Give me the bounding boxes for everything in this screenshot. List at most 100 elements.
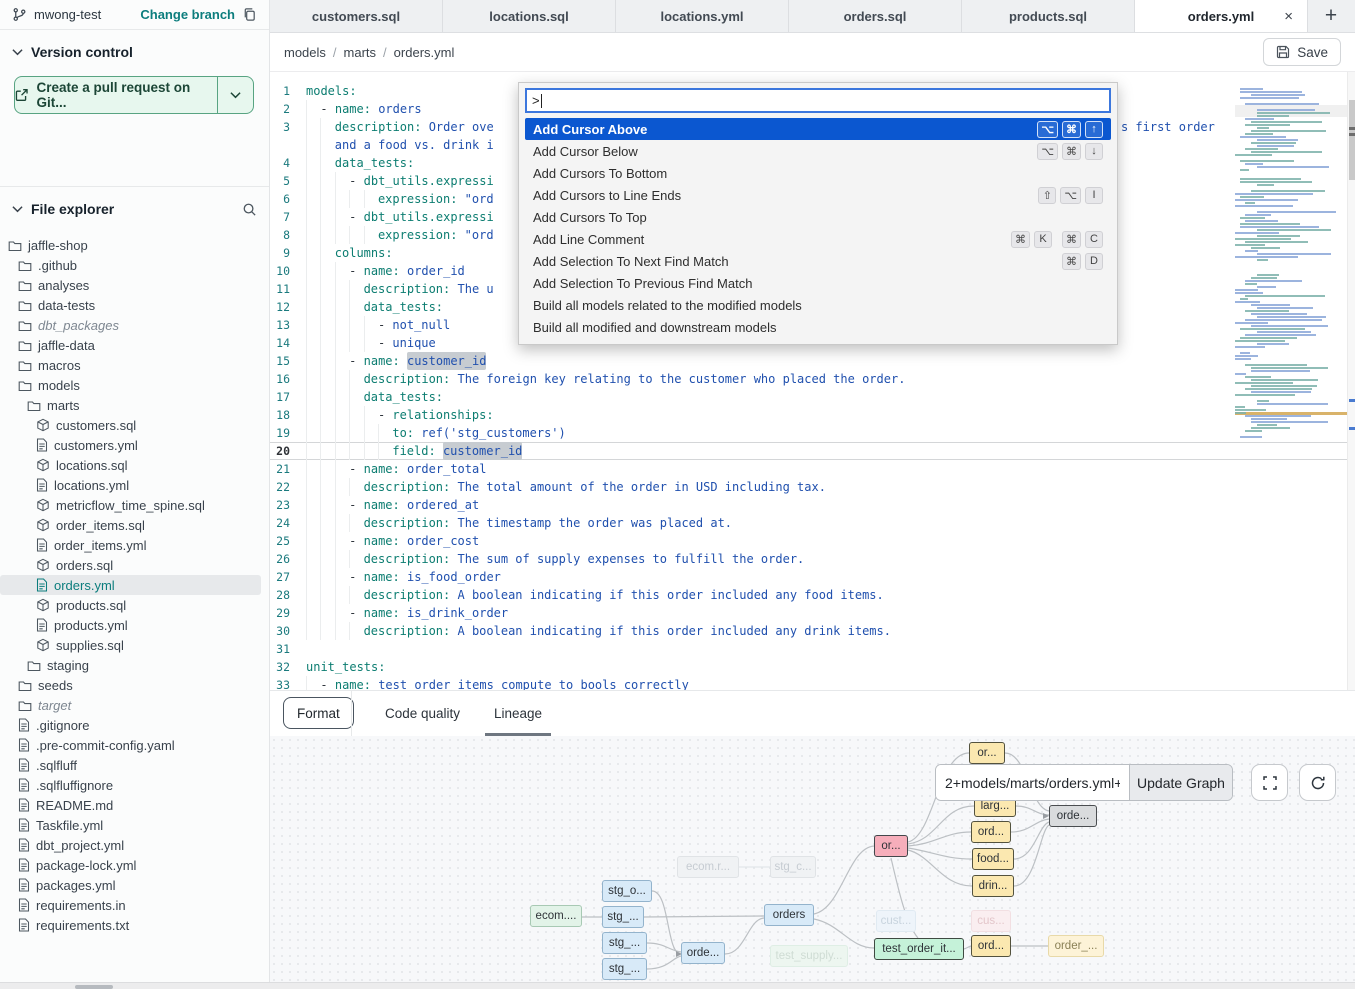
pr-dropdown-caret[interactable] — [217, 77, 253, 113]
update-graph-button[interactable]: Update Graph — [1129, 765, 1232, 800]
lineage-node-test_supply[interactable]: test_supply... — [770, 945, 848, 967]
palette-item[interactable]: Add Cursors to Line Ends⇧⌥I — [525, 184, 1111, 206]
tree-file-.sqlfluff[interactable]: .sqlfluff — [0, 755, 261, 775]
version-control-header[interactable]: Version control — [0, 30, 269, 68]
tree-file-locations.yml[interactable]: locations.yml — [0, 475, 261, 495]
tree-file-supplies.sql[interactable]: supplies.sql — [0, 635, 261, 655]
tree-file-.pre-commit-config.yaml[interactable]: .pre-commit-config.yaml — [0, 735, 261, 755]
scrollbar-thumb[interactable] — [75, 985, 113, 989]
palette-item[interactable]: Add Cursor Below⌥⌘↓ — [525, 140, 1111, 162]
tree-file-dbt_project.yml[interactable]: dbt_project.yml — [0, 835, 261, 855]
tree-folder-jaffle-data[interactable]: jaffle-data — [0, 335, 261, 355]
tree-file-orders.sql[interactable]: orders.sql — [0, 555, 261, 575]
palette-item[interactable]: Add Selection To Next Find Match⌘D — [525, 250, 1111, 272]
new-tab-button[interactable]: + — [1308, 0, 1354, 32]
tree-file-.gitignore[interactable]: .gitignore — [0, 715, 261, 735]
tree-folder-target[interactable]: target — [0, 695, 261, 715]
tree-file-products.yml[interactable]: products.yml — [0, 615, 261, 635]
tree-file-packages.yml[interactable]: packages.yml — [0, 875, 261, 895]
tree-folder-marts[interactable]: marts — [0, 395, 261, 415]
tree-file-customers.yml[interactable]: customers.yml — [0, 435, 261, 455]
tree-file-locations.sql[interactable]: locations.sql — [0, 455, 261, 475]
code-line[interactable]: 31 — [270, 640, 1355, 658]
lineage-node-ecom[interactable]: ecom.... — [530, 905, 582, 927]
tab-customers.sql[interactable]: customers.sql — [270, 0, 443, 32]
code-line[interactable]: 18- relationships: — [270, 406, 1355, 424]
tree-file-customers.sql[interactable]: customers.sql — [0, 415, 261, 435]
palette-item[interactable]: Build all modified and downstream models — [525, 316, 1111, 338]
lineage-canvas[interactable]: ecom....stg_o...stg_...stg_...stg_...ord… — [270, 736, 1355, 983]
code-line[interactable]: 24description: The timestamp the order w… — [270, 514, 1355, 532]
tree-folder-analyses[interactable]: analyses — [0, 275, 261, 295]
tab-orders.yml[interactable]: orders.yml× — [1135, 0, 1308, 32]
lineage-node-stg_o[interactable]: stg_o... — [602, 880, 652, 902]
tab-locations.sql[interactable]: locations.sql — [443, 0, 616, 32]
tree-file-requirements.in[interactable]: requirements.in — [0, 895, 261, 915]
code-line[interactable]: 30description: A boolean indicating if t… — [270, 622, 1355, 640]
tree-folder-staging[interactable]: staging — [0, 655, 261, 675]
copy-icon[interactable] — [242, 7, 257, 22]
tab-products.sql[interactable]: products.sql — [962, 0, 1135, 32]
palette-item[interactable]: Add Cursors To Top — [525, 206, 1111, 228]
code-line[interactable]: 15- name: customer_id — [270, 352, 1355, 370]
tree-file-order_items.yml[interactable]: order_items.yml — [0, 535, 261, 555]
code-line[interactable]: 17data_tests: — [270, 388, 1355, 406]
code-line[interactable]: 33- name: test_order_items_compute_to_bo… — [270, 676, 1355, 690]
code-line[interactable]: 21- name: order_total — [270, 460, 1355, 478]
lineage-node-test_order_it[interactable]: test_order_it... — [874, 938, 964, 960]
lineage-node-orde[interactable]: orde... — [1049, 805, 1097, 827]
code-line[interactable]: 19to: ref('stg_customers') — [270, 424, 1355, 442]
code-line[interactable]: 27- name: is_food_order — [270, 568, 1355, 586]
tree-folder-models[interactable]: models — [0, 375, 261, 395]
tree-file-README.md[interactable]: README.md — [0, 795, 261, 815]
tab-code-quality[interactable]: Code quality — [385, 691, 460, 736]
code-line[interactable]: 23- name: ordered_at — [270, 496, 1355, 514]
breadcrumb-item[interactable]: models — [284, 45, 326, 60]
file-explorer-header[interactable]: File explorer — [0, 187, 269, 225]
lineage-node-stg_c[interactable]: stg_c... — [770, 856, 816, 878]
save-button[interactable]: Save — [1263, 38, 1341, 66]
lineage-node-ecomr[interactable]: ecom.r... — [677, 856, 739, 878]
tree-folder-macros[interactable]: macros — [0, 355, 261, 375]
lineage-node-ord[interactable]: ord... — [971, 935, 1011, 957]
lineage-node-ord[interactable]: ord... — [971, 821, 1011, 843]
code-line[interactable]: 20field: customer_id — [270, 442, 1355, 460]
code-line[interactable]: 16description: The foreign key relating … — [270, 370, 1355, 388]
tree-file-products.sql[interactable]: products.sql — [0, 595, 261, 615]
code-line[interactable]: 32unit_tests: — [270, 658, 1355, 676]
minimap[interactable] — [1235, 85, 1347, 450]
tree-folder-jaffle-shop[interactable]: jaffle-shop — [0, 235, 261, 255]
code-line[interactable]: 22description: The total amount of the o… — [270, 478, 1355, 496]
lineage-node-stg_[interactable]: stg_... — [602, 958, 647, 980]
code-line[interactable]: 29- name: is_drink_order — [270, 604, 1355, 622]
code-line[interactable]: 26description: The sum of supply expense… — [270, 550, 1355, 568]
tree-file-order_items.sql[interactable]: order_items.sql — [0, 515, 261, 535]
code-line[interactable]: 28description: A boolean indicating if t… — [270, 586, 1355, 604]
lineage-node-drin[interactable]: drin... — [972, 875, 1014, 897]
tree-file-orders.yml[interactable]: orders.yml — [0, 575, 261, 595]
vertical-scrollbar[interactable] — [1347, 72, 1355, 690]
scrollbar-thumb[interactable] — [1349, 100, 1355, 180]
palette-item[interactable]: Build all models related to the modified… — [525, 294, 1111, 316]
command-palette-input[interactable]: > — [525, 88, 1111, 113]
search-icon[interactable] — [242, 202, 257, 217]
change-branch-link[interactable]: Change branch — [140, 7, 235, 22]
close-tab-icon[interactable]: × — [1284, 8, 1293, 25]
lineage-node-cust[interactable]: cust... — [876, 910, 916, 932]
palette-item[interactable]: Add Cursor Above⌥⌘↑ — [525, 118, 1111, 140]
lineage-node-orde[interactable]: orde... — [681, 942, 725, 964]
tree-file-metricflow_time_spine.sql[interactable]: metricflow_time_spine.sql — [0, 495, 261, 515]
horizontal-scrollbar[interactable] — [0, 982, 1355, 989]
format-button[interactable]: Format — [283, 697, 354, 729]
lineage-node-cus[interactable]: cus... — [971, 910, 1011, 932]
tree-folder-seeds[interactable]: seeds — [0, 675, 261, 695]
lineage-node-or[interactable]: or... — [969, 742, 1005, 764]
breadcrumb-item[interactable]: marts — [344, 45, 377, 60]
tree-file-Taskfile.yml[interactable]: Taskfile.yml — [0, 815, 261, 835]
palette-item[interactable]: Add Line Comment⌘K⌘C — [525, 228, 1111, 250]
tree-file-package-lock.yml[interactable]: package-lock.yml — [0, 855, 261, 875]
graph-filter-input[interactable] — [936, 765, 1129, 800]
palette-item[interactable]: Add Selection To Previous Find Match — [525, 272, 1111, 294]
tab-orders.sql[interactable]: orders.sql — [789, 0, 962, 32]
lineage-node-order_[interactable]: order_... — [1048, 935, 1104, 957]
